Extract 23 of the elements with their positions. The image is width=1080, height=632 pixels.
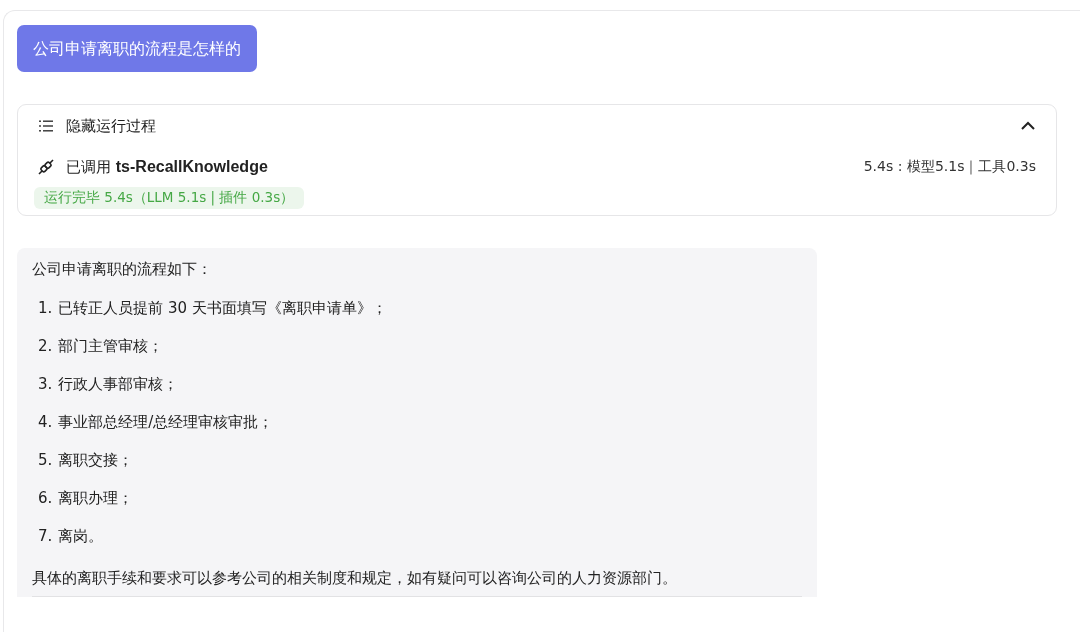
link-icon: [38, 159, 54, 175]
tool-call-label: 已调用 ts-RecallKnowledge: [66, 157, 269, 177]
step-number: 1.: [38, 299, 53, 317]
step-number: 3.: [38, 375, 53, 393]
step-number: 6.: [38, 489, 53, 507]
step-text: 离职办理；: [58, 489, 134, 508]
status-badge: 运行完毕 5.4s（LLM 5.1s | 插件 0.3s）: [34, 187, 305, 209]
answer-intro: 公司申请离职的流程如下：: [32, 260, 213, 279]
step-number: 7.: [38, 527, 53, 545]
step-text: 部门主管审核；: [58, 337, 164, 356]
question-bubble: 公司申请离职的流程是怎样的: [17, 25, 257, 72]
list-icon: [38, 118, 54, 134]
step-number: 5.: [38, 451, 53, 469]
step-text: 事业部总经理/总经理审核审批；: [58, 413, 274, 432]
answer-closing: 具体的离职手续和要求可以参考公司的相关制度和规定，如有疑问可以咨询公司的人力资源部门。: [32, 569, 678, 588]
step-text: 离岗。: [58, 527, 104, 546]
step-number: 2.: [38, 337, 53, 355]
step-text: 已转正人员提前 30 天书面填写《离职申请单》；: [58, 299, 387, 318]
timing-text: 5.4s : 模型5.1s｜工具0.3s: [863, 158, 1036, 176]
step-number: 4.: [38, 413, 53, 431]
step-text: 行政人事部审核；: [58, 375, 179, 394]
step-text: 离职交接；: [58, 451, 134, 470]
toggle-process-button[interactable]: 隐藏运行过程: [66, 116, 1020, 136]
